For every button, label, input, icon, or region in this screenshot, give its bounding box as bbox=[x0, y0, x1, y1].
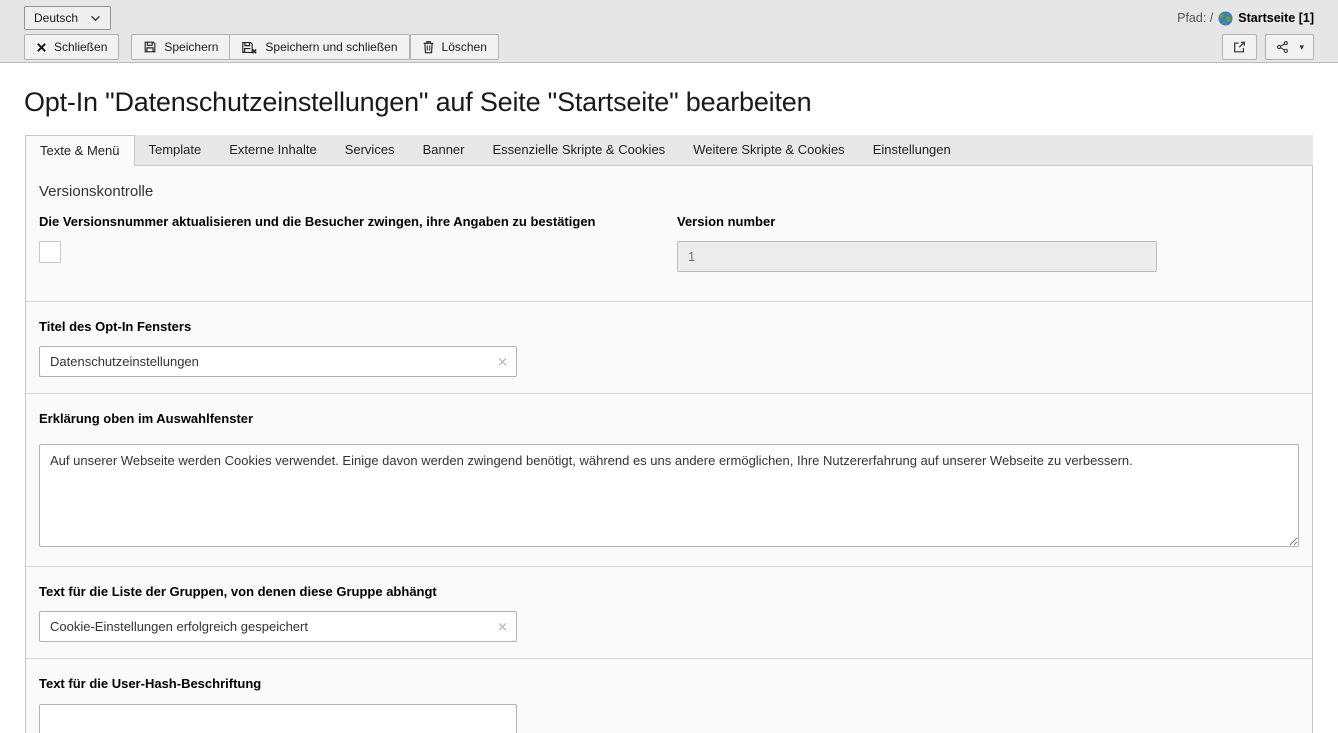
globe-icon bbox=[1218, 11, 1233, 26]
path-page-title: Startseite [1] bbox=[1238, 11, 1314, 25]
section-optin-title: Titel des Opt-In Fensters ✕ bbox=[26, 302, 1312, 394]
clear-field-icon[interactable]: ✕ bbox=[497, 355, 508, 368]
clear-field-icon[interactable]: ✕ bbox=[497, 620, 508, 633]
group-list-text-label: Text für die Liste der Gruppen, von dene… bbox=[39, 584, 1299, 599]
delete-button-label: Löschen bbox=[442, 40, 487, 54]
close-button[interactable]: Schließen bbox=[24, 34, 119, 60]
version-number-input bbox=[677, 241, 1157, 272]
section-versionskontrolle: Versionskontrolle Die Versionsnummer akt… bbox=[26, 166, 1312, 302]
path-label: Pfad: / bbox=[1177, 11, 1213, 25]
save-button-label: Speichern bbox=[164, 40, 218, 54]
save-close-icon bbox=[241, 40, 258, 55]
tab-template[interactable]: Template bbox=[135, 135, 216, 165]
tab-banner[interactable]: Banner bbox=[409, 135, 479, 165]
tab-einstellungen[interactable]: Einstellungen bbox=[859, 135, 965, 165]
save-and-close-button[interactable]: Speichern und schließen bbox=[229, 34, 409, 60]
delete-button[interactable]: Löschen bbox=[410, 34, 499, 60]
explanation-textarea[interactable]: Auf unserer Webseite werden Cookies verw… bbox=[39, 444, 1299, 547]
share-dropdown-button[interactable]: ▾ bbox=[1265, 34, 1314, 60]
save-and-close-button-label: Speichern und schließen bbox=[265, 40, 397, 54]
user-hash-text-input[interactable] bbox=[39, 704, 517, 733]
tab-externe-inhalte[interactable]: Externe Inhalte bbox=[215, 135, 330, 165]
dropdown-caret-icon: ▾ bbox=[1299, 42, 1304, 53]
tab-essenzielle-skripte[interactable]: Essenzielle Skripte & Cookies bbox=[478, 135, 679, 165]
version-update-checkbox[interactable] bbox=[39, 241, 61, 263]
tab-texte-menu[interactable]: Texte & Menü bbox=[25, 135, 135, 166]
open-in-new-window-icon bbox=[1232, 40, 1247, 54]
breadcrumb: Pfad: / Startseite [1] bbox=[1177, 11, 1314, 26]
save-icon bbox=[143, 40, 157, 54]
tab-bar: Texte & Menü Template Externe Inhalte Se… bbox=[25, 135, 1313, 165]
chevron-down-icon bbox=[90, 15, 101, 22]
tab-services[interactable]: Services bbox=[331, 135, 409, 165]
tab-weitere-skripte[interactable]: Weitere Skripte & Cookies bbox=[679, 135, 859, 165]
user-hash-text-label: Text für die User-Hash-Beschriftung bbox=[39, 676, 1299, 691]
group-list-text-input[interactable] bbox=[39, 611, 517, 642]
optin-title-label: Titel des Opt-In Fensters bbox=[39, 319, 1299, 334]
optin-title-input[interactable] bbox=[39, 346, 517, 377]
language-select-value: Deutsch bbox=[34, 11, 78, 25]
language-select[interactable]: Deutsch bbox=[24, 6, 111, 30]
save-button[interactable]: Speichern bbox=[131, 34, 230, 60]
section-explanation: Erklärung oben im Auswahlfenster Auf uns… bbox=[26, 394, 1312, 567]
section-group-list-text: Text für die Liste der Gruppen, von dene… bbox=[26, 567, 1312, 659]
version-number-label: Version number bbox=[677, 214, 1299, 229]
doc-header: Deutsch Pfad: / Startseite [1] bbox=[0, 0, 1338, 63]
share-icon bbox=[1275, 40, 1290, 54]
trash-icon bbox=[422, 40, 435, 54]
section-heading-versionskontrolle: Versionskontrolle bbox=[39, 183, 1299, 200]
version-update-checkbox-label: Die Versionsnummer aktualisieren und die… bbox=[39, 214, 661, 229]
path-page-ref[interactable]: Startseite [1] bbox=[1218, 11, 1314, 26]
section-user-hash-text: Text für die User-Hash-Beschriftung bbox=[26, 659, 1312, 733]
tab-panel: Versionskontrolle Die Versionsnummer akt… bbox=[25, 165, 1313, 733]
close-button-label: Schließen bbox=[54, 40, 107, 54]
close-icon bbox=[36, 42, 47, 53]
page-title: Opt-In "Datenschutzeinstellungen" auf Se… bbox=[24, 87, 1314, 118]
open-in-new-window-button[interactable] bbox=[1222, 34, 1257, 60]
explanation-label: Erklärung oben im Auswahlfenster bbox=[39, 411, 1299, 426]
